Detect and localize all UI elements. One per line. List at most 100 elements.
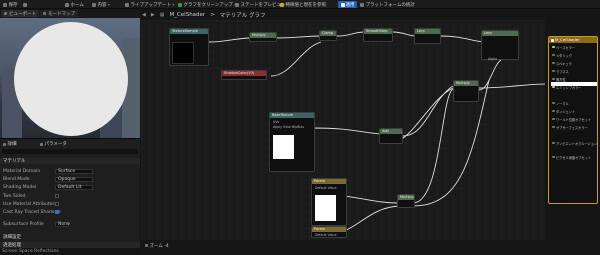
mode-icon [43,12,46,15]
node-shadow-color[interactable]: ShadowColor(V3) [221,70,267,80]
apply-button[interactable]: 適用 [338,1,357,8]
node-title: BaseTexture [270,113,314,118]
viewport-tabs: ビューポート モードマップ [0,9,140,18]
result-pin[interactable]: サブサーフェスカラー [552,125,588,130]
two-sided-checkbox[interactable] [55,194,59,198]
preview-viewport[interactable] [0,18,140,138]
live-update-button[interactable]: ライブアップデート ▾ [125,2,174,8]
pin-dot-icon[interactable] [552,109,555,113]
result-pin[interactable]: ラフネス [552,69,569,74]
node-title: ShadowColor(V3) [222,71,266,76]
pin-dot-icon[interactable] [552,77,555,81]
pin-label: エミッシブカラー [556,85,582,90]
tab-preview-mode[interactable]: モードマップ [40,10,78,17]
breadcrumb-asset[interactable]: M_CelShader [169,12,205,18]
prop-label: Cast Ray Traced Shadows [3,209,61,215]
material-result-node[interactable]: M_CelShader ベースカラー メタリックスペキュララフネス異方性エミッシブ… [548,36,598,204]
node-texture-sample[interactable]: TextureSample [169,28,209,66]
platform-stats-button[interactable]: プラットフォームの統計 [360,2,415,8]
pin-dot-icon[interactable] [552,85,555,89]
node-title: Multiply [250,33,276,38]
texture-thumbnail [172,42,194,64]
node-param[interactable]: Param Default Value [311,178,347,226]
tab-parameters[interactable]: パラメータ [40,141,67,147]
cast-shadows-checkbox[interactable] [55,210,59,214]
result-node-header: M_CelShader [549,37,597,43]
home-icon [65,2,69,7]
prop-label: Two Sided [3,193,26,199]
pin-dot-icon[interactable] [552,155,555,159]
node-param[interactable]: Param Default Value [311,226,347,238]
pin-label: アンビエントオクルージョン [556,141,598,146]
pin-dot-icon[interactable] [552,69,555,73]
blend-mode-select[interactable]: Opaque [55,176,93,182]
result-pin[interactable]: 異方性 [552,77,566,82]
prop-label: Blend Mode [3,176,30,182]
node-multiply[interactable]: Multiply [249,32,277,42]
details-icon [3,142,6,146]
result-pin[interactable]: メタリック [552,53,572,58]
node-base-texture[interactable]: BaseTexture UVs Apply View MipBias [269,112,315,172]
clean-graph-button[interactable]: グラフをクリーンアップ▾ [178,2,236,8]
pin-dot-icon[interactable] [552,117,555,121]
subsurface-profile-select[interactable]: None [55,221,70,227]
node-lerp[interactable]: Lerp Alpha [481,30,519,61]
node-title: Param [312,227,346,232]
result-pin[interactable]: タンジェント [552,109,575,114]
node-clamp[interactable]: Clamp [319,30,337,41]
node-title: Clamp [320,31,336,36]
node-multiply[interactable]: Multiply [453,80,479,102]
find-in-current-button[interactable]: 特徴値と現在を参照 [280,2,326,8]
details-search-input[interactable] [2,149,138,154]
prop-label: Use Material Attributes [3,201,55,207]
node-smoothstep[interactable]: SmoothStep [363,28,393,42]
pin-dot-icon[interactable] [552,125,555,129]
material-icon [551,38,554,42]
node-multiply[interactable]: Multiply [397,194,415,208]
result-pin[interactable]: ベースカラー [552,45,575,50]
home-button[interactable]: ホーム [65,2,84,8]
pin-dot-icon[interactable] [552,101,555,105]
tab-details[interactable]: 詳細 [3,141,17,147]
pin-dot-icon[interactable] [552,53,555,57]
param-swatch [315,195,336,221]
result-pin[interactable]: ノーマル [552,101,569,106]
material-domain-select[interactable]: Surface [55,168,93,174]
content-button[interactable]: 内容 ▾ [92,2,110,8]
shading-model-select[interactable]: Default Lit [55,184,93,190]
node-title: Lerp [482,31,518,36]
content-icon [92,2,96,7]
result-pin[interactable]: ワールド位置オフセット [552,117,591,122]
parameters-icon [40,142,43,146]
details-panel: 詳細 パラメータ マテリアル Material Domain Surface B… [0,138,140,255]
result-pin[interactable]: スペキュラ [552,61,572,66]
save-button[interactable]: 保存 [3,2,18,8]
result-pin[interactable]: アンビエントオクルージョン [552,141,598,146]
pin-label: ノーマル [556,101,569,106]
node-title: TextureSample [170,29,208,34]
node-add[interactable]: Add [379,128,403,144]
back-arrow-icon[interactable]: ◀ [142,12,146,18]
tab-viewport[interactable]: ビューポート [1,10,39,17]
live-update-icon [125,2,129,7]
node-title: Param [312,179,346,184]
use-material-attributes-checkbox[interactable] [55,202,59,206]
preview-icon [235,2,239,7]
section-material[interactable]: マテリアル [0,158,140,164]
forward-arrow-icon[interactable]: ▶ [151,12,155,18]
texture-thumbnail [273,135,294,159]
node-title: Add [380,129,402,134]
zoom-icon [145,244,148,247]
pin-dot-icon[interactable] [552,141,555,145]
result-pin[interactable]: ピクセル深度オフセット [552,155,591,160]
section-advanced[interactable]: 詳細設定 [0,234,140,240]
pin-dot-icon[interactable] [552,45,555,49]
pin-label: メタリック [556,53,572,58]
node-lerp[interactable]: Lerp [414,28,441,44]
material-graph-canvas[interactable]: TextureSample Multiply Clamp SmoothStep … [141,20,545,240]
pin-dot-icon[interactable] [552,61,555,65]
zoom-indicator[interactable]: ズーム -4 [145,243,169,249]
browse-button[interactable] [23,2,27,8]
stats-icon [360,2,364,7]
result-pin[interactable]: エミッシブカラー [552,85,582,90]
